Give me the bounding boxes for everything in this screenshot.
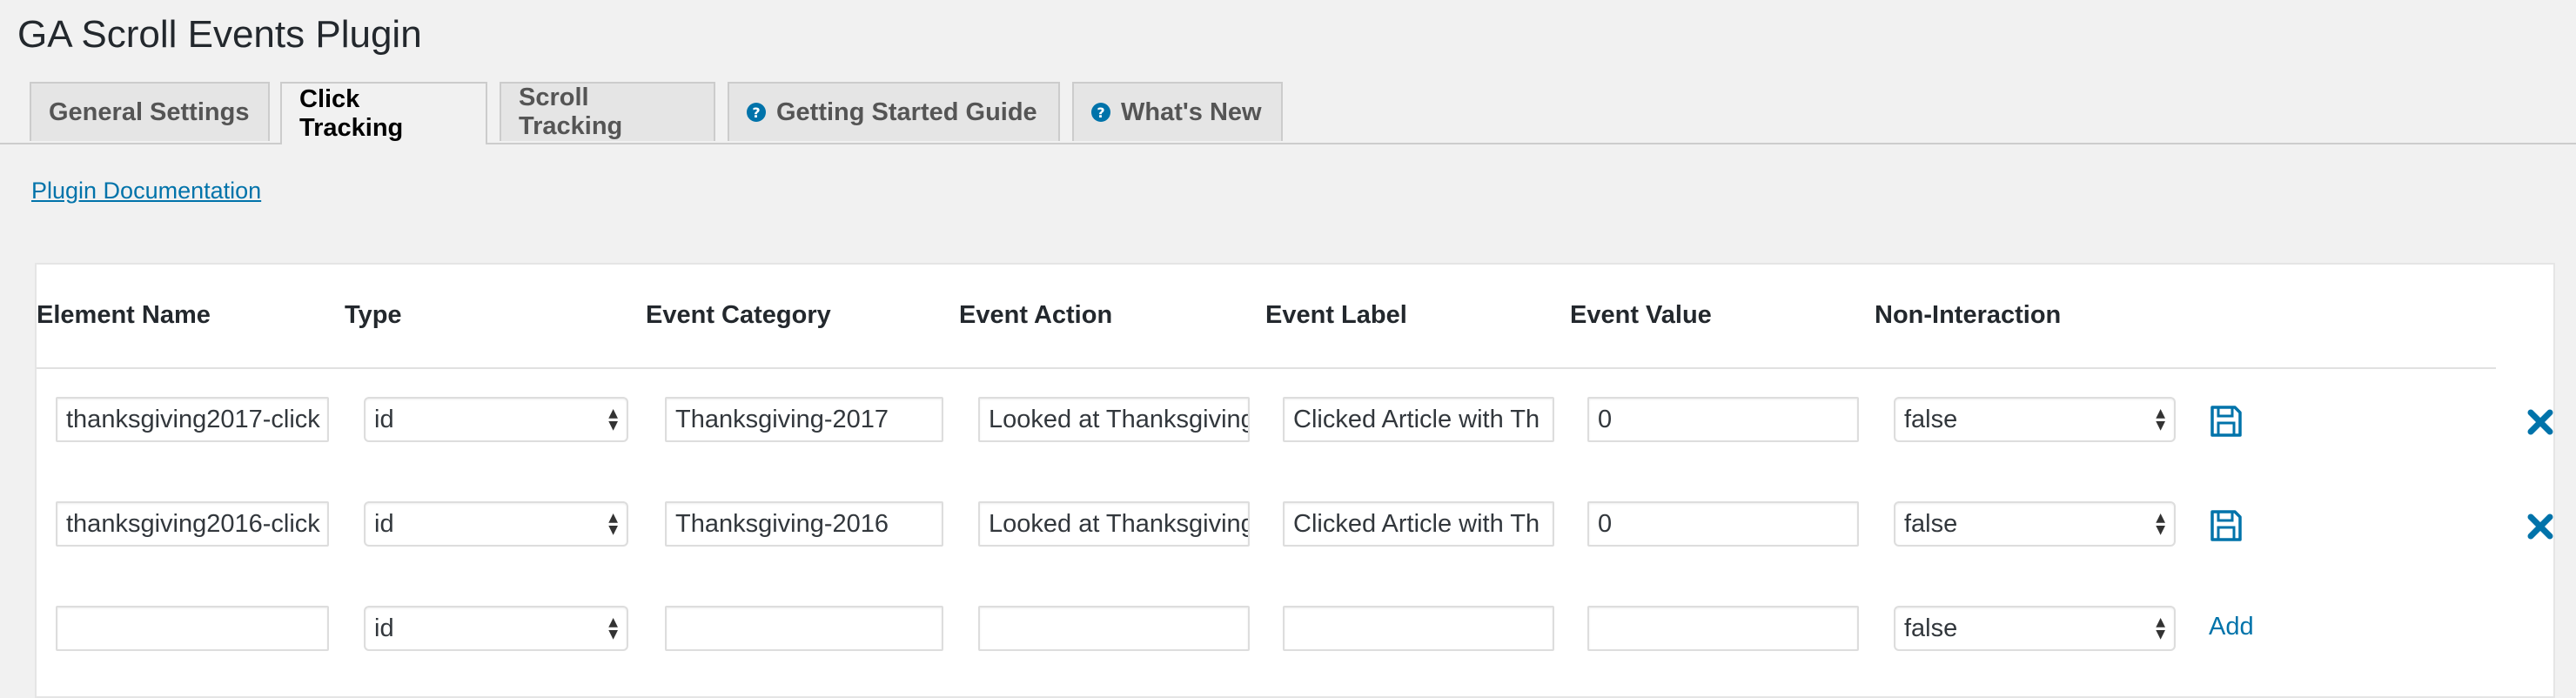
select-arrows-icon: ▲ ▼ <box>608 406 618 433</box>
save-icon[interactable] <box>2209 508 2244 543</box>
tab-whats-new[interactable]: ? What's New <box>1072 82 1283 141</box>
header-event-label: Event Label <box>1265 301 1407 329</box>
new-type-select[interactable]: id ▲ ▼ <box>364 606 628 651</box>
new-event-label-input[interactable] <box>1283 606 1554 651</box>
new-element-name-input[interactable] <box>56 606 329 651</box>
type-select-value: id <box>374 509 394 538</box>
header-event-category: Event Category <box>646 301 831 329</box>
type-select-value: id <box>374 614 394 642</box>
new-event-action-input[interactable] <box>978 606 1250 651</box>
new-non-interaction-select[interactable]: false ▲ ▼ <box>1894 606 2176 651</box>
select-arrows-icon: ▲ ▼ <box>2156 406 2165 433</box>
non-interaction-select-value: false <box>1904 405 1958 433</box>
delete-x-icon[interactable] <box>2526 512 2555 541</box>
event-label-input[interactable]: Clicked Article with Th <box>1283 397 1554 442</box>
element-name-input[interactable]: thanksgiving2017-click <box>56 397 329 442</box>
tab-general-settings[interactable]: General Settings <box>30 82 270 141</box>
event-category-input[interactable]: Thanksgiving-2016 <box>665 501 943 547</box>
help-icon: ? <box>1091 103 1110 122</box>
plugin-documentation-link[interactable]: Plugin Documentation <box>31 178 261 205</box>
header-non-interaction: Non-Interaction <box>1875 301 2062 329</box>
tab-label: Getting Started Guide <box>776 97 1037 126</box>
tab-label: Scroll Tracking <box>519 84 623 140</box>
tab-getting-started-guide[interactable]: ? Getting Started Guide <box>728 82 1060 141</box>
event-value-input[interactable]: 0 <box>1587 501 1859 547</box>
non-interaction-select[interactable]: false ▲ ▼ <box>1894 501 2176 547</box>
tab-label: General Settings <box>49 97 250 126</box>
tab-bar: General Settings Click Tracking Scroll T… <box>0 82 2576 144</box>
select-arrows-icon: ▲ ▼ <box>2156 511 2165 537</box>
select-arrows-icon: ▲ ▼ <box>608 615 618 641</box>
header-type: Type <box>345 301 402 329</box>
tab-click-tracking[interactable]: Click Tracking <box>280 82 487 144</box>
header-element-name: Element Name <box>37 301 211 329</box>
tab-scroll-tracking[interactable]: Scroll Tracking <box>500 82 715 141</box>
header-divider <box>37 367 2496 369</box>
event-action-input[interactable]: Looked at Thanksgiving <box>978 397 1250 442</box>
select-arrows-icon: ▲ ▼ <box>608 511 618 537</box>
type-select[interactable]: id ▲ ▼ <box>364 397 628 442</box>
element-name-input[interactable]: thanksgiving2016-click <box>56 501 329 547</box>
header-event-action: Event Action <box>959 301 1113 329</box>
help-icon: ? <box>747 103 766 122</box>
select-arrows-icon: ▲ ▼ <box>2156 615 2165 641</box>
non-interaction-select-value: false <box>1904 614 1958 642</box>
non-interaction-select[interactable]: false ▲ ▼ <box>1894 397 2176 442</box>
new-event-category-input[interactable] <box>665 606 943 651</box>
event-category-input[interactable]: Thanksgiving-2017 <box>665 397 943 442</box>
event-label-input[interactable]: Clicked Article with Th <box>1283 501 1554 547</box>
type-select-value: id <box>374 405 394 433</box>
new-event-value-input[interactable] <box>1587 606 1859 651</box>
save-icon[interactable] <box>2209 404 2244 439</box>
non-interaction-select-value: false <box>1904 509 1958 538</box>
type-select[interactable]: id ▲ ▼ <box>364 501 628 547</box>
add-button[interactable]: Add <box>2209 613 2254 641</box>
click-tracking-table: Element Name Type Event Category Event A… <box>35 263 2555 698</box>
event-action-input[interactable]: Looked at Thanksgiving <box>978 501 1250 547</box>
page-title: GA Scroll Events Plugin <box>17 13 422 56</box>
tab-label: Click Tracking <box>299 85 404 142</box>
delete-x-icon[interactable] <box>2526 407 2555 437</box>
tab-label: What's New <box>1121 97 1262 126</box>
header-event-value: Event Value <box>1570 301 1712 329</box>
event-value-input[interactable]: 0 <box>1587 397 1859 442</box>
